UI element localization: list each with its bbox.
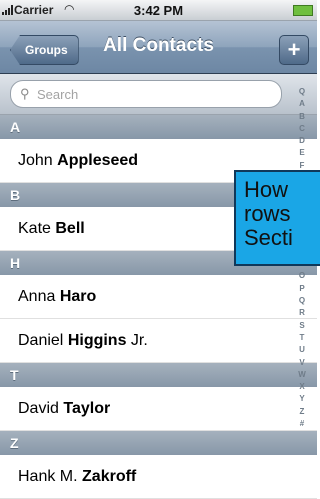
contact-row[interactable]: Anna Haro <box>0 275 317 319</box>
callout-line: rows <box>244 201 291 226</box>
status-bar: Carrier ◠ 3:42 PM <box>0 0 317 21</box>
section-header-t: T <box>0 363 317 387</box>
page-title: All Contacts <box>103 35 214 56</box>
first-name: Anna <box>18 288 60 305</box>
index-letter[interactable]: B <box>288 111 316 123</box>
index-letter[interactable]: D <box>288 135 316 147</box>
index-letter[interactable]: C <box>288 123 316 135</box>
last-name: Taylor <box>63 400 111 417</box>
index-letter[interactable]: T <box>288 332 316 344</box>
index-letter[interactable]: Z <box>288 406 316 418</box>
last-name: Zakroff <box>82 468 137 485</box>
status-time: 3:42 PM <box>133 3 184 18</box>
last-name: Haro <box>59 288 97 305</box>
index-letter[interactable]: # <box>288 418 316 430</box>
contact-row[interactable]: Hank M. Zakroff <box>0 455 317 499</box>
battery-icon <box>293 5 313 16</box>
last-name: Appleseed <box>57 152 139 169</box>
section-header-a: A <box>0 115 317 139</box>
first-name: Daniel <box>18 332 68 349</box>
first-name: David <box>18 400 64 417</box>
index-letter[interactable]: O <box>288 270 316 282</box>
index-letter[interactable]: P <box>288 283 316 295</box>
callout-line: How <box>244 177 289 202</box>
annotation-callout: How rows Secti <box>234 170 320 266</box>
search-bar: ⚲ <box>0 74 317 115</box>
navigation-bar: Groups All Contacts + <box>0 21 317 74</box>
index-letter[interactable]: R <box>288 307 316 319</box>
search-field[interactable]: ⚲ <box>10 80 282 108</box>
search-icon: ⚲ <box>20 86 30 101</box>
index-letter[interactable]: X <box>288 381 316 393</box>
index-letter[interactable]: Q <box>288 295 316 307</box>
index-letter[interactable]: E <box>288 147 316 159</box>
add-contact-button[interactable]: + <box>279 35 309 65</box>
index-letter[interactable]: U <box>288 344 316 356</box>
last-name: Bell <box>55 220 85 237</box>
index-letter[interactable]: Y <box>288 393 316 405</box>
section-header-z: Z <box>0 431 317 455</box>
first-name: John <box>18 152 58 169</box>
index-letter[interactable]: S <box>288 320 316 332</box>
index-letter[interactable]: V <box>288 357 316 369</box>
index-search-icon[interactable]: Q <box>288 86 316 98</box>
first-name: Kate <box>18 220 56 237</box>
index-letter[interactable]: A <box>288 98 316 110</box>
name-suffix: Jr. <box>126 332 148 349</box>
search-input[interactable] <box>35 84 269 104</box>
contact-row[interactable]: Daniel Higgins Jr. <box>0 319 317 363</box>
first-name: Hank M. <box>18 468 83 485</box>
callout-line: Secti <box>244 225 293 250</box>
last-name: Higgins <box>67 332 127 349</box>
index-letter[interactable]: W <box>288 369 316 381</box>
contact-row[interactable]: David Taylor <box>0 387 317 431</box>
